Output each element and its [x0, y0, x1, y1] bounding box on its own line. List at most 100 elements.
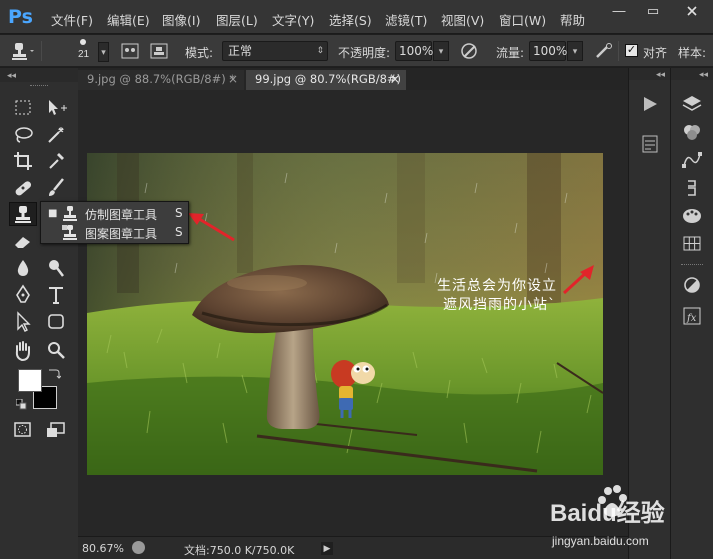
layers-panel-button[interactable] — [677, 92, 707, 116]
fx-icon: fx — [683, 307, 701, 325]
screen-mode-button[interactable] — [43, 418, 69, 442]
shape-icon — [48, 314, 64, 329]
adjustments-icon — [684, 277, 700, 293]
brush-size-value: 21 — [78, 49, 90, 60]
healing-brush-tool[interactable] — [10, 176, 36, 200]
blur-tool[interactable] — [10, 256, 36, 280]
hand-icon — [15, 341, 30, 362]
path-selection-tool[interactable] — [10, 310, 36, 334]
restore-button[interactable]: ▭ — [636, 0, 670, 22]
dock-collapse-button[interactable]: ◂◂ — [671, 68, 713, 80]
menu-select[interactable]: 选择(S) — [329, 10, 372, 29]
photo-caption-line1: 生活总会为你设立 — [437, 278, 557, 294]
pattern-stamp-icon — [62, 225, 77, 240]
status-menu-arrow-icon[interactable]: ▶ — [321, 542, 333, 555]
opacity-input[interactable]: 100% — [395, 41, 433, 61]
dock-collapse-button[interactable]: ◂◂ — [629, 68, 671, 80]
foreground-color-swatch[interactable] — [18, 369, 42, 392]
svg-text:Baidu经验: Baidu经验 — [550, 499, 665, 527]
close-tab-icon[interactable]: × — [228, 70, 238, 89]
magic-wand-tool[interactable] — [43, 123, 69, 147]
3d-panel-button[interactable] — [635, 132, 665, 156]
magic-wand-icon — [48, 127, 64, 143]
baidu-watermark: Baidu经验 jingyan.baidu.com — [548, 483, 708, 553]
adjustments-panel-button[interactable] — [677, 273, 707, 297]
clone-stamp-icon — [12, 43, 34, 60]
brush-size-picker[interactable]: 21 ▾ — [72, 39, 112, 65]
zoom-level[interactable]: 80.67% — [82, 542, 124, 555]
clone-stamp-icon — [15, 206, 31, 223]
status-info-icon[interactable] — [132, 541, 145, 554]
clone-source-panel-button[interactable] — [150, 42, 168, 60]
actions-panel-button[interactable] — [635, 92, 665, 116]
baidu-logo: Baidu经验 jingyan.baidu.com — [550, 485, 665, 548]
eraser-tool[interactable] — [10, 229, 36, 253]
styles-panel-button[interactable]: fx — [677, 304, 707, 328]
type-tool[interactable] — [43, 283, 69, 307]
menu-type[interactable]: 文字(Y) — [272, 10, 314, 29]
menu-layer[interactable]: 图层(L) — [216, 10, 258, 29]
quick-mask-button[interactable] — [10, 418, 36, 442]
menu-window[interactable]: 窗口(W) — [499, 10, 546, 29]
crop-tool[interactable] — [10, 149, 36, 173]
pressure-opacity-button[interactable] — [460, 42, 478, 60]
mode-label: 模式: — [185, 46, 214, 60]
blend-mode-select[interactable]: 正常 ⇕ — [222, 41, 328, 61]
flyout-item-pattern-stamp[interactable]: 图案图章工具 S — [41, 223, 188, 242]
eraser-icon — [15, 237, 30, 248]
menu-bar: Ps 文件(F) 编辑(E) 图像(I) 图层(L) 文字(Y) 选择(S) 滤… — [0, 0, 713, 34]
airbrush-button[interactable] — [594, 42, 612, 60]
lasso-icon — [15, 127, 33, 143]
minimize-button[interactable]: — — [602, 0, 636, 22]
flyout-item-clone-stamp[interactable]: ■ 仿制图章工具 S — [41, 204, 188, 223]
menu-view[interactable]: 视图(V) — [441, 10, 484, 29]
flow-label: 流量: — [496, 46, 525, 60]
history-panel-button[interactable] — [677, 176, 707, 200]
selected-bullet-icon: ■ — [48, 208, 58, 219]
move-icon — [49, 100, 67, 115]
tools-panel: ◂◂ — [0, 68, 78, 559]
tab-9-jpg[interactable]: 9.jpg @ 88.7%(RGB/8#) * × — [78, 70, 244, 90]
brush-panel-button[interactable] — [121, 42, 139, 60]
brush-panel-icon — [121, 43, 139, 59]
menu-filter[interactable]: 滤镜(T) — [385, 10, 427, 29]
play-icon — [644, 97, 657, 111]
aligned-checkbox[interactable]: ✓ — [625, 44, 638, 57]
eyedropper-icon — [49, 153, 64, 169]
flow-input[interactable]: 100% — [529, 41, 567, 61]
pen-tool[interactable] — [10, 283, 36, 307]
marquee-tool[interactable] — [10, 96, 36, 120]
menu-file[interactable]: 文件(F) — [51, 10, 93, 29]
paths-icon — [682, 152, 702, 168]
swatches-panel-button[interactable] — [677, 204, 707, 228]
menu-image[interactable]: 图像(I) — [162, 10, 200, 29]
close-icon — [686, 6, 697, 16]
tab-99-jpg[interactable]: 99.jpg @ 80.7%(RGB/8#) × — [246, 70, 406, 90]
zoom-icon — [48, 342, 65, 359]
zoom-tool[interactable] — [43, 339, 69, 363]
close-tab-icon[interactable]: × — [390, 70, 400, 89]
opacity-dropdown-button[interactable]: ▾ — [433, 41, 449, 61]
channels-panel-button[interactable] — [677, 120, 707, 144]
swap-colors-icon[interactable] — [47, 366, 62, 380]
tool-preset-picker[interactable] — [9, 40, 37, 60]
eyedropper-tool[interactable] — [43, 149, 69, 173]
type-icon — [49, 287, 63, 304]
close-window-button[interactable] — [670, 0, 713, 22]
hand-tool[interactable] — [10, 339, 36, 363]
flow-dropdown-button[interactable]: ▾ — [567, 41, 583, 61]
default-colors-icon[interactable] — [15, 398, 27, 410]
shape-tool[interactable] — [43, 310, 69, 334]
menu-help[interactable]: 帮助 — [560, 10, 585, 29]
color-palette-icon — [683, 209, 701, 223]
clone-stamp-tool[interactable] — [9, 202, 37, 226]
lasso-tool[interactable] — [10, 123, 36, 147]
menu-edit[interactable]: 编辑(E) — [107, 10, 150, 29]
tools-panel-collapse[interactable]: ◂◂ — [0, 68, 78, 82]
paths-panel-button[interactable] — [677, 148, 707, 172]
dodge-tool[interactable] — [43, 256, 69, 280]
annotation-arrow-right — [562, 265, 594, 295]
brush-tool[interactable] — [43, 176, 69, 200]
grid-panel-button[interactable] — [677, 232, 707, 256]
move-tool[interactable] — [43, 96, 69, 120]
